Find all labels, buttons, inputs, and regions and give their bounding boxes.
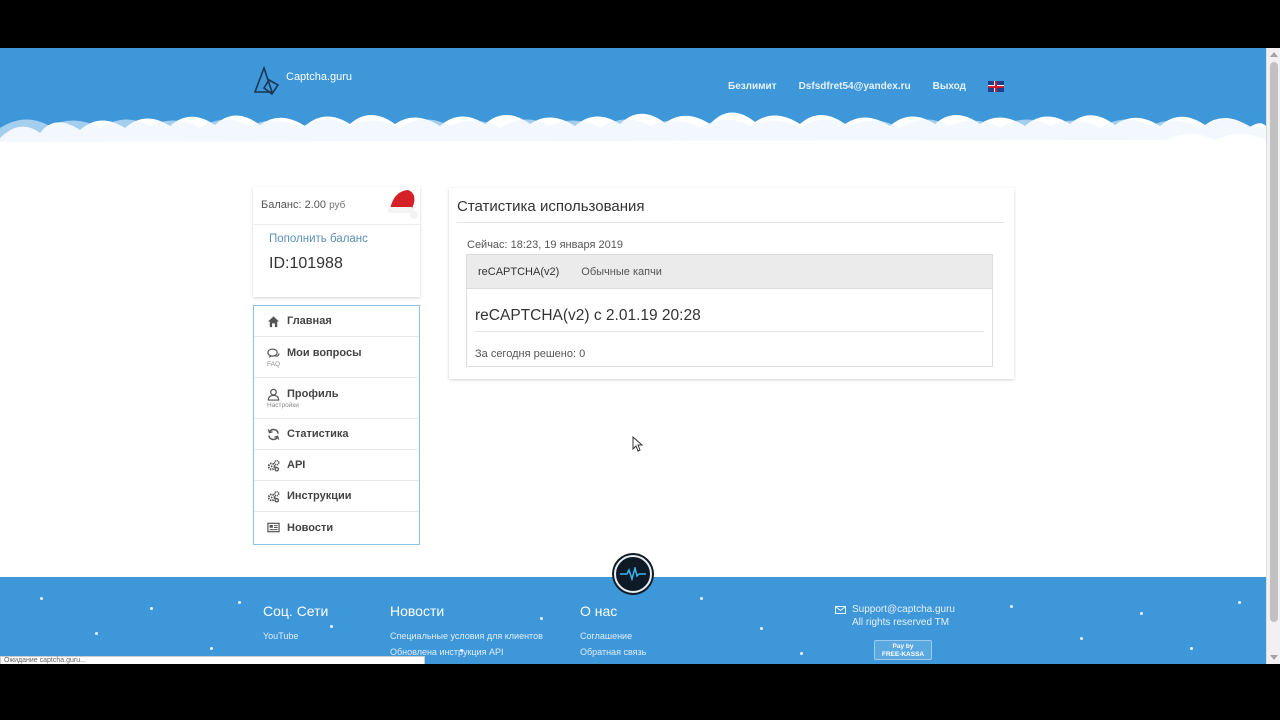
home-icon bbox=[267, 315, 280, 327]
usage-statistics-card: Статистика использования Сейчас: 18:23, … bbox=[449, 188, 1014, 379]
balance-label: Баланс: bbox=[261, 199, 302, 211]
support-email[interactable]: Support@captcha.guru bbox=[852, 604, 955, 615]
snowflake bbox=[800, 652, 803, 655]
menu-item-sublabel: Настройки bbox=[267, 401, 299, 409]
snowflake bbox=[238, 601, 241, 604]
snowflake bbox=[150, 607, 153, 610]
menu-item-label: Профиль bbox=[287, 388, 339, 400]
scroll-down-arrow-icon[interactable] bbox=[1270, 655, 1278, 660]
menu-item-questions[interactable]: Мои вопросы FAQ bbox=[254, 337, 419, 378]
newspaper-icon bbox=[267, 522, 280, 533]
card-title: Статистика использования bbox=[457, 198, 645, 215]
badge-line: Pay by bbox=[892, 643, 914, 650]
snowflake bbox=[95, 632, 98, 635]
footer-social-column: Соц. Сети YouTube bbox=[263, 603, 328, 647]
badge-line: FREE-KASSA bbox=[881, 651, 925, 658]
balance-card: Баланс: 2.00 руб Пополнить баланс ID:101… bbox=[253, 187, 420, 297]
site-logo[interactable]: Captcha.guru bbox=[252, 66, 352, 96]
tab-regular-captcha[interactable]: Обычные капчи bbox=[570, 255, 673, 288]
tab-heading: reCAPTCHA(v2) с 2.01.19 20:28 bbox=[475, 307, 701, 324]
nav-logout-link[interactable]: Выход bbox=[933, 81, 966, 92]
menu-item-instructions[interactable]: Инструкции bbox=[254, 481, 419, 512]
snowflake bbox=[40, 597, 43, 600]
tab-recaptcha-v2[interactable]: reCAPTCHA(v2) bbox=[467, 255, 570, 288]
browser-viewport: Captcha.guru Безлимит Dsfsdfret54@yandex… bbox=[0, 48, 1266, 664]
santa-hat-icon bbox=[388, 190, 418, 219]
site-header: Captcha.guru Безлимит Dsfsdfret54@yandex… bbox=[0, 48, 1266, 168]
menu-item-api[interactable]: API bbox=[254, 450, 419, 481]
top-navigation: Безлимит Dsfsdfret54@yandex.ru Выход bbox=[728, 81, 1004, 92]
menu-item-label: Статистика bbox=[287, 428, 349, 440]
balance-row: Баланс: 2.00 руб bbox=[253, 187, 420, 225]
copyright: All rights reserved TM bbox=[852, 617, 950, 628]
footer-youtube-link[interactable]: YouTube bbox=[263, 631, 328, 641]
cloud-decoration bbox=[0, 112, 1266, 168]
snowflake bbox=[1140, 612, 1143, 615]
menu-item-statistics[interactable]: Статистика bbox=[254, 419, 419, 450]
snowflake bbox=[330, 625, 333, 628]
snowflake bbox=[210, 647, 213, 650]
free-kassa-badge[interactable]: Pay by FREE-KASSA bbox=[874, 640, 932, 660]
footer-about-title: О нас bbox=[580, 603, 618, 619]
vertical-scrollbar[interactable] bbox=[1266, 48, 1280, 664]
browser-status-bar: Ожидание captcha.guru... bbox=[0, 656, 425, 664]
scrollbar-thumb[interactable] bbox=[1270, 62, 1278, 622]
stats-tabs: reCAPTCHA(v2) Обычные капчи reCAPTCHA(v2… bbox=[466, 254, 993, 367]
snowflake bbox=[700, 597, 703, 600]
footer-news-link[interactable]: Специальные условия для клиентов bbox=[390, 631, 543, 641]
user-id: ID:101988 bbox=[269, 255, 343, 272]
logo-icon bbox=[253, 66, 280, 96]
footer-about-column: О нас Соглашение Обратная связь bbox=[580, 603, 646, 663]
side-menu: Главная Мои вопросы FAQ Профиль Настройк… bbox=[253, 305, 420, 545]
balance-amount: 2.00 bbox=[304, 199, 326, 211]
refresh-icon bbox=[267, 428, 280, 440]
logo-text: Captcha.guru bbox=[286, 71, 353, 83]
footer-news-title: Новости bbox=[390, 603, 445, 619]
menu-item-label: Мои вопросы bbox=[287, 347, 362, 359]
menu-item-sublabel: FAQ bbox=[267, 360, 281, 368]
divider bbox=[457, 222, 1004, 223]
tab-bar: reCAPTCHA(v2) Обычные капчи bbox=[467, 255, 992, 289]
divider bbox=[475, 331, 984, 332]
footer-contact: Support@captcha.guru All rights reserved… bbox=[835, 604, 955, 628]
snowflake bbox=[1080, 637, 1083, 640]
uk-flag-icon[interactable] bbox=[988, 81, 1004, 92]
menu-item-news[interactable]: Новости bbox=[254, 512, 419, 543]
scroll-up-arrow-icon[interactable] bbox=[1270, 52, 1278, 57]
footer-agreement-link[interactable]: Соглашение bbox=[580, 631, 646, 641]
chat-icon bbox=[267, 347, 280, 358]
snowflake bbox=[1190, 647, 1193, 650]
nav-unlimited-link[interactable]: Безлимит bbox=[728, 81, 777, 92]
mouse-cursor-icon bbox=[632, 436, 643, 452]
pulse-monitor-button[interactable] bbox=[614, 555, 652, 593]
menu-item-profile[interactable]: Профиль Настройки bbox=[254, 378, 419, 419]
snowflake bbox=[760, 627, 763, 630]
snowflake bbox=[1010, 605, 1013, 608]
current-time: Сейчас: 18:23, 19 января 2019 bbox=[467, 239, 623, 251]
envelope-icon bbox=[835, 605, 846, 614]
footer-news-column: Новости Специальные условия для клиентов… bbox=[390, 603, 543, 663]
menu-item-label: Инструкции bbox=[287, 490, 352, 502]
topup-balance-link[interactable]: Пополнить баланс bbox=[269, 233, 420, 245]
footer-feedback-link[interactable]: Обратная связь bbox=[580, 647, 646, 657]
solved-today: За сегодня решено: 0 bbox=[475, 348, 586, 360]
user-icon bbox=[267, 388, 280, 401]
balance-currency: руб bbox=[329, 200, 346, 211]
snowflake bbox=[1238, 601, 1241, 604]
gears-icon bbox=[267, 490, 280, 503]
menu-item-label: Главная bbox=[287, 315, 332, 327]
gears-icon bbox=[267, 459, 280, 472]
menu-item-home[interactable]: Главная bbox=[254, 306, 419, 337]
footer-social-title: Соц. Сети bbox=[263, 603, 329, 619]
menu-item-label: Новости bbox=[287, 521, 334, 534]
heartbeat-icon bbox=[620, 567, 646, 581]
nav-account-email-link[interactable]: Dsfsdfret54@yandex.ru bbox=[799, 81, 911, 92]
menu-item-label: API bbox=[287, 459, 306, 471]
